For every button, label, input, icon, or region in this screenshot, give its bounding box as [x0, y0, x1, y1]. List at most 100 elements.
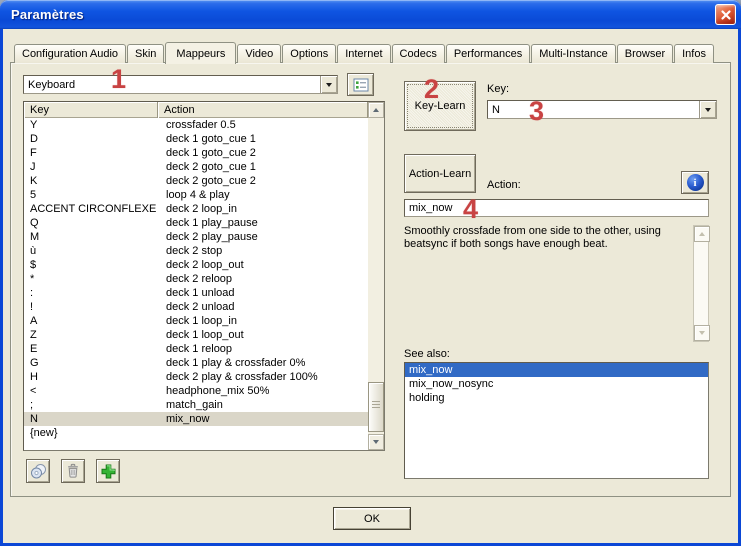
tab[interactable]: Skin — [127, 44, 164, 63]
action-info-button[interactable]: i — [681, 171, 709, 194]
action-learn-button[interactable]: Action-Learn — [404, 154, 476, 193]
mapper-options-button[interactable] — [347, 73, 374, 96]
action-cell: deck 2 goto_cue 1 — [158, 161, 368, 173]
close-button[interactable] — [715, 4, 736, 25]
tab-label: Multi-Instance — [539, 48, 607, 60]
table-row[interactable]: G deck 1 play & crossfader 0% — [24, 356, 368, 370]
key-cell: A — [24, 315, 158, 327]
duplicate-mapper-button[interactable] — [26, 459, 50, 483]
scroll-up-button[interactable] — [368, 102, 384, 118]
delete-mapping-button[interactable] — [61, 459, 85, 483]
scroll-down-button[interactable] — [694, 325, 710, 341]
action-cell: deck 2 play_pause — [158, 231, 368, 243]
tab-label: Configuration Audio — [22, 48, 118, 60]
tab[interactable]: Mappeurs — [165, 42, 236, 64]
tab[interactable]: Video — [237, 44, 281, 63]
title-bar[interactable]: Paramètres — [0, 0, 741, 29]
tab[interactable]: Infos — [674, 44, 714, 63]
tab[interactable]: Multi-Instance — [531, 44, 615, 63]
list-item[interactable]: holding — [405, 391, 708, 405]
list-item[interactable]: mix_now — [405, 363, 708, 377]
key-select-value: N — [488, 101, 699, 118]
action-label: Action: — [487, 179, 521, 191]
table-row[interactable]: ! deck 2 unload — [24, 300, 368, 314]
scroll-down-button[interactable] — [368, 434, 384, 450]
table-row[interactable]: ACCENT CIRCONFLEXE deck 2 loop_in — [24, 202, 368, 216]
scroll-up-button[interactable] — [694, 226, 710, 242]
table-row[interactable]: E deck 1 reloop — [24, 342, 368, 356]
key-cell: ù — [24, 245, 158, 257]
list-item[interactable]: mix_now_nosync — [405, 377, 708, 391]
table-row[interactable]: K deck 2 goto_cue 2 — [24, 174, 368, 188]
column-header-key[interactable]: Key — [24, 102, 158, 118]
action-cell: deck 2 goto_cue 2 — [158, 175, 368, 187]
table-row[interactable]: Z deck 1 loop_out — [24, 328, 368, 342]
key-cell: Q — [24, 217, 158, 229]
table-row[interactable]: ù deck 2 stop — [24, 244, 368, 258]
device-select[interactable]: Keyboard — [23, 75, 338, 94]
key-cell: ACCENT CIRCONFLEXE — [24, 203, 158, 215]
tab[interactable]: Browser — [617, 44, 673, 63]
action-input[interactable] — [404, 199, 709, 217]
tab-label: Codecs — [400, 48, 437, 60]
key-cell: : — [24, 287, 158, 299]
table-row[interactable]: N mix_now — [24, 412, 368, 426]
table-row[interactable]: Q deck 1 play_pause — [24, 216, 368, 230]
table-row[interactable]: Y crossfader 0.5 — [24, 118, 368, 132]
table-row[interactable]: 5 loop 4 & play — [24, 188, 368, 202]
arrow-down-icon — [699, 331, 705, 335]
tab[interactable]: Performances — [446, 44, 530, 63]
table-row[interactable]: < headphone_mix 50% — [24, 384, 368, 398]
key-label: Key: — [487, 83, 509, 95]
table-row[interactable]: * deck 2 reloop — [24, 272, 368, 286]
action-cell: deck 2 play & crossfader 100% — [158, 371, 368, 383]
action-cell: deck 2 loop_out — [158, 259, 368, 271]
tab-label: Performances — [454, 48, 522, 60]
mappers-panel: Keyboard Key Action — [10, 62, 731, 497]
scrollbar-thumb[interactable] — [368, 382, 384, 432]
key-learn-button[interactable]: Key-Learn — [404, 81, 476, 131]
action-cell: deck 2 loop_in — [158, 203, 368, 215]
key-cell: Y — [24, 119, 158, 131]
table-row[interactable]: $ deck 2 loop_out — [24, 258, 368, 272]
table-row[interactable]: H deck 2 play & crossfader 100% — [24, 370, 368, 384]
tab[interactable]: Options — [282, 44, 336, 63]
key-select[interactable]: N — [487, 100, 717, 119]
action-cell: deck 1 goto_cue 1 — [158, 133, 368, 145]
device-select-dropdown-button[interactable] — [320, 76, 337, 93]
key-cell: ; — [24, 399, 158, 411]
key-cell: Z — [24, 329, 158, 341]
key-cell: $ — [24, 259, 158, 271]
action-cell: match_gain — [158, 399, 368, 411]
table-row[interactable]: F deck 1 goto_cue 2 — [24, 146, 368, 160]
key-cell: F — [24, 147, 158, 159]
table-row[interactable]: M deck 2 play_pause — [24, 230, 368, 244]
copy-icon — [30, 463, 47, 480]
table-row[interactable]: {new} — [24, 426, 368, 440]
ok-button[interactable]: OK — [333, 507, 411, 530]
key-select-dropdown-button[interactable] — [699, 101, 716, 118]
table-row[interactable]: A deck 1 loop_in — [24, 314, 368, 328]
action-cell: deck 1 unload — [158, 287, 368, 299]
plus-icon — [100, 463, 117, 480]
table-scrollbar[interactable] — [368, 102, 384, 450]
action-cell: deck 1 reloop — [158, 343, 368, 355]
tab-strip: Configuration Audio Skin Mappeurs Video … — [14, 41, 715, 63]
column-header-action[interactable]: Action — [158, 102, 368, 118]
thumb-grip-icon — [372, 401, 380, 408]
action-cell: deck 1 goto_cue 2 — [158, 147, 368, 159]
table-row[interactable]: : deck 1 unload — [24, 286, 368, 300]
tab-label: Browser — [625, 48, 665, 60]
description-scrollbar[interactable] — [693, 225, 709, 342]
table-row[interactable]: D deck 1 goto_cue 1 — [24, 132, 368, 146]
tab[interactable]: Internet — [337, 44, 390, 63]
table-row[interactable]: ; match_gain — [24, 398, 368, 412]
arrow-down-icon — [373, 440, 379, 444]
table-row[interactable]: J deck 2 goto_cue 1 — [24, 160, 368, 174]
tab[interactable]: Codecs — [392, 44, 445, 63]
dialog-body: Configuration Audio Skin Mappeurs Video … — [3, 29, 738, 543]
add-mapping-button[interactable] — [96, 459, 120, 483]
tab[interactable]: Configuration Audio — [14, 44, 126, 63]
mapper-options-icon — [353, 78, 369, 92]
action-cell: mix_now — [158, 413, 368, 425]
